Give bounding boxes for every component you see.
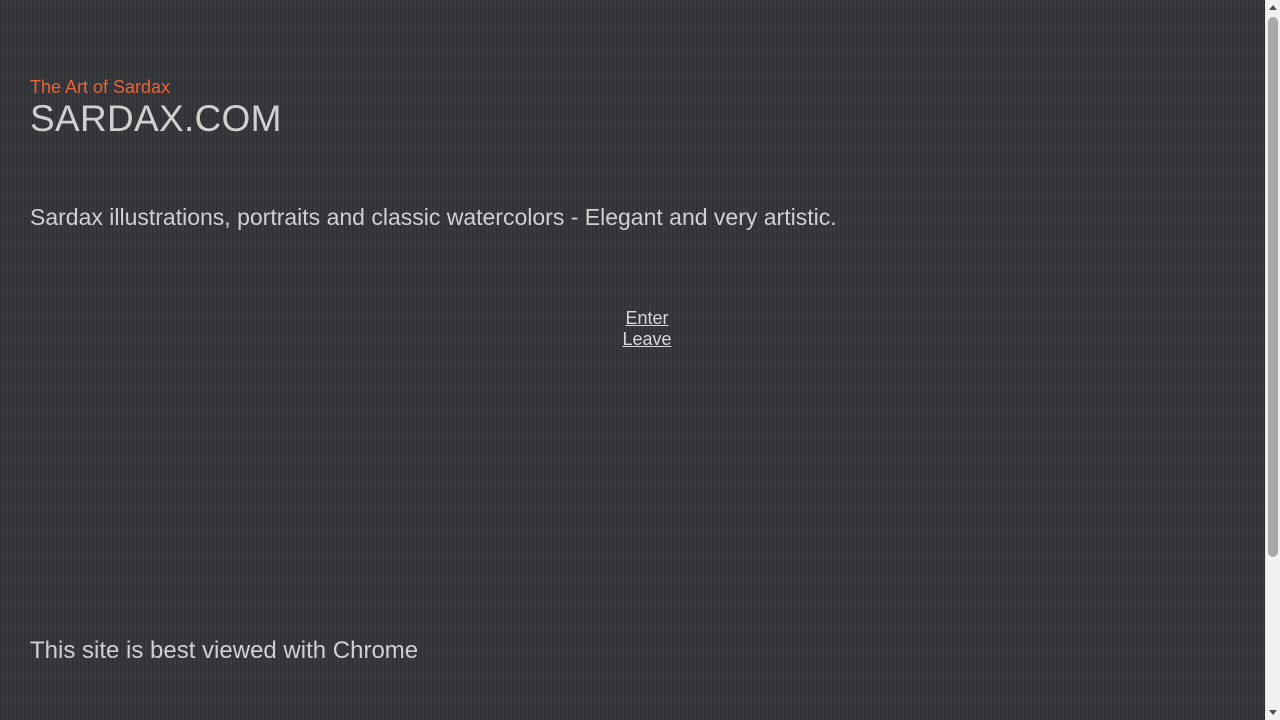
- browser-recommendation-note: This site is best viewed with Chrome: [30, 637, 419, 664]
- site-tagline: The Art of Sardax: [30, 77, 171, 97]
- site-description: Sardax illustrations, portraits and clas…: [30, 204, 837, 230]
- site-title: SARDAX.COM: [30, 98, 282, 139]
- scroll-down-arrow-icon[interactable]: [1269, 710, 1277, 715]
- scroll-up-arrow-icon[interactable]: [1269, 5, 1277, 10]
- enter-link[interactable]: Enter: [625, 308, 668, 328]
- leave-link[interactable]: Leave: [622, 329, 671, 349]
- scrollbar-thumb[interactable]: [1268, 17, 1278, 557]
- entry-links: Enter Leave: [0, 308, 1280, 350]
- vertical-scrollbar[interactable]: [1265, 0, 1280, 720]
- page-viewport: The Art of Sardax SARDAX.COM Sardax illu…: [0, 0, 1265, 720]
